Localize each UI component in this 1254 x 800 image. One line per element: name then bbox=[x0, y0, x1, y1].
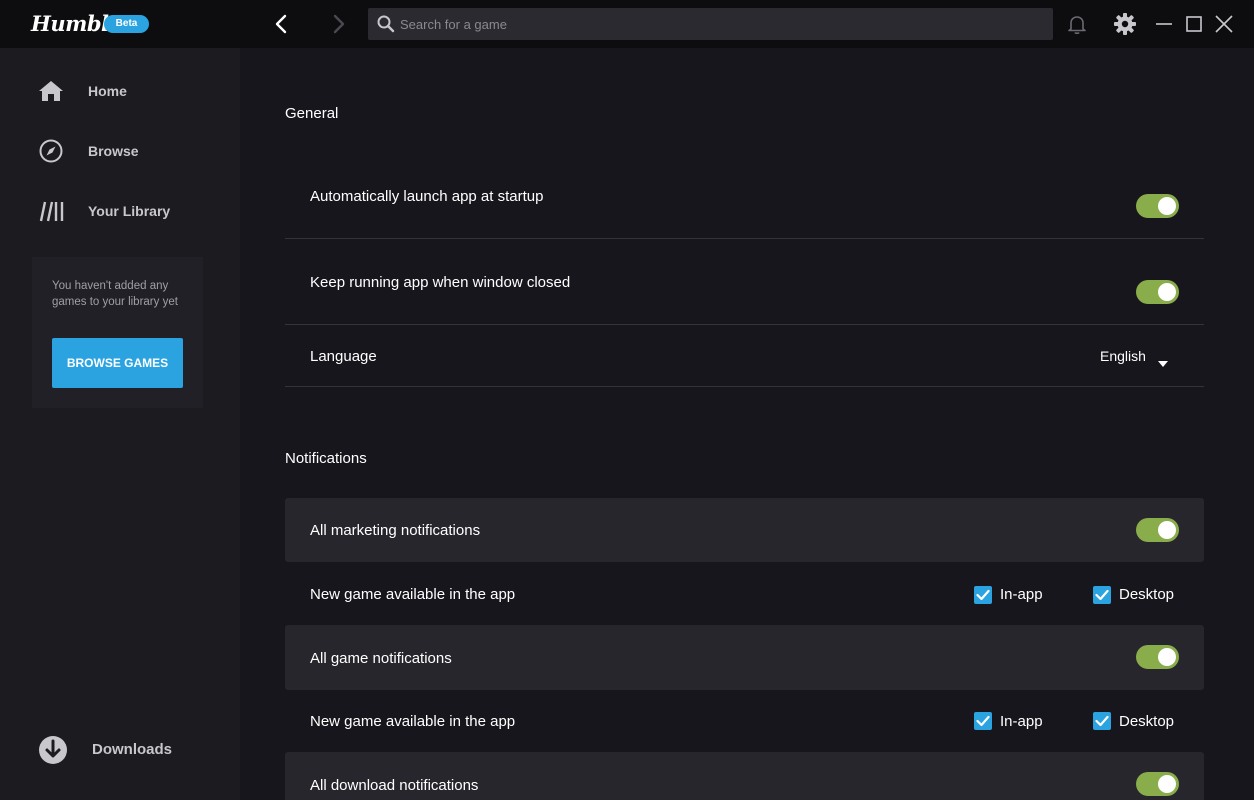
caret-down-icon bbox=[1158, 354, 1168, 367]
browse-games-button[interactable]: BROWSE GAMES bbox=[52, 338, 183, 388]
downloads-label: Downloads bbox=[92, 741, 173, 758]
downloads-link[interactable]: Downloads bbox=[38, 734, 218, 764]
setting-label: New game available in the app bbox=[310, 586, 516, 603]
gear-icon[interactable] bbox=[1113, 12, 1137, 36]
setting-label: All marketing notifications bbox=[310, 522, 481, 539]
setting-label: Automatically launch app at startup bbox=[310, 188, 544, 205]
setting-download-notifications: All download notifications bbox=[285, 752, 1204, 800]
setting-keep-running: Keep running app when window closed bbox=[285, 240, 1204, 325]
minimize-icon[interactable] bbox=[1154, 12, 1174, 36]
download-icon bbox=[38, 735, 68, 765]
sidebar: Home Browse Your Library You haven't add… bbox=[0, 48, 240, 800]
beta-badge: Beta bbox=[104, 15, 149, 33]
desktop-label: Desktop bbox=[1119, 713, 1175, 730]
setting-game-new-game: New game available in the app In-app Des… bbox=[285, 690, 1204, 752]
settings-panel: General Automatically launch app at star… bbox=[240, 48, 1254, 800]
sidebar-item-label: Home bbox=[88, 83, 127, 99]
empty-library-card: You haven't added any games to your libr… bbox=[32, 257, 203, 408]
inapp-label: In-app bbox=[1000, 586, 1043, 603]
setting-label: Language bbox=[310, 348, 377, 365]
language-select[interactable]: English bbox=[1100, 348, 1170, 368]
marketing-notifications-toggle[interactable] bbox=[1136, 518, 1179, 542]
setting-label: New game available in the app bbox=[310, 713, 516, 730]
section-title-general: General bbox=[285, 105, 339, 122]
game-desktop-checkbox[interactable] bbox=[1093, 712, 1111, 730]
home-icon bbox=[38, 79, 64, 103]
search-input[interactable] bbox=[400, 8, 1040, 40]
download-notifications-toggle[interactable] bbox=[1136, 772, 1179, 796]
search-icon bbox=[376, 14, 396, 34]
game-notifications-toggle[interactable] bbox=[1136, 645, 1179, 669]
sidebar-item-label: Your Library bbox=[88, 203, 171, 219]
maximize-icon[interactable] bbox=[1184, 12, 1204, 36]
setting-label: All download notifications bbox=[310, 777, 479, 794]
marketing-inapp-checkbox[interactable] bbox=[974, 586, 992, 604]
sidebar-item-home[interactable]: Home bbox=[38, 76, 218, 106]
desktop-label: Desktop bbox=[1119, 586, 1175, 603]
close-icon[interactable] bbox=[1213, 12, 1235, 36]
marketing-desktop-checkbox[interactable] bbox=[1093, 586, 1111, 604]
setting-game-notifications: All game notifications bbox=[285, 625, 1204, 690]
compass-icon bbox=[38, 139, 64, 163]
setting-label: Keep running app when window closed bbox=[310, 274, 571, 291]
game-inapp-checkbox[interactable] bbox=[974, 712, 992, 730]
sidebar-item-label: Browse bbox=[88, 143, 139, 159]
forward-arrow-icon[interactable] bbox=[326, 12, 350, 36]
empty-library-message: You haven't added any games to your libr… bbox=[52, 280, 178, 308]
language-value: English bbox=[1100, 348, 1146, 364]
library-icon bbox=[38, 199, 64, 223]
setting-label: All game notifications bbox=[310, 650, 452, 667]
setting-marketing-notifications: All marketing notifications bbox=[285, 498, 1204, 562]
search-box[interactable] bbox=[368, 8, 1053, 40]
setting-auto-launch: Automatically launch app at startup bbox=[285, 161, 1204, 239]
section-title-notifications: Notifications bbox=[285, 450, 367, 467]
title-bar: Humble Beta bbox=[0, 0, 1254, 48]
bell-icon[interactable] bbox=[1066, 13, 1088, 35]
back-arrow-icon[interactable] bbox=[270, 12, 294, 36]
sidebar-item-browse[interactable]: Browse bbox=[38, 136, 218, 166]
keep-running-toggle[interactable] bbox=[1136, 280, 1179, 304]
setting-marketing-new-game: New game available in the app In-app Des… bbox=[285, 562, 1204, 625]
auto-launch-toggle[interactable] bbox=[1136, 194, 1179, 218]
inapp-label: In-app bbox=[1000, 713, 1043, 730]
setting-language: Language English bbox=[285, 326, 1204, 387]
sidebar-item-library[interactable]: Your Library bbox=[38, 196, 218, 226]
